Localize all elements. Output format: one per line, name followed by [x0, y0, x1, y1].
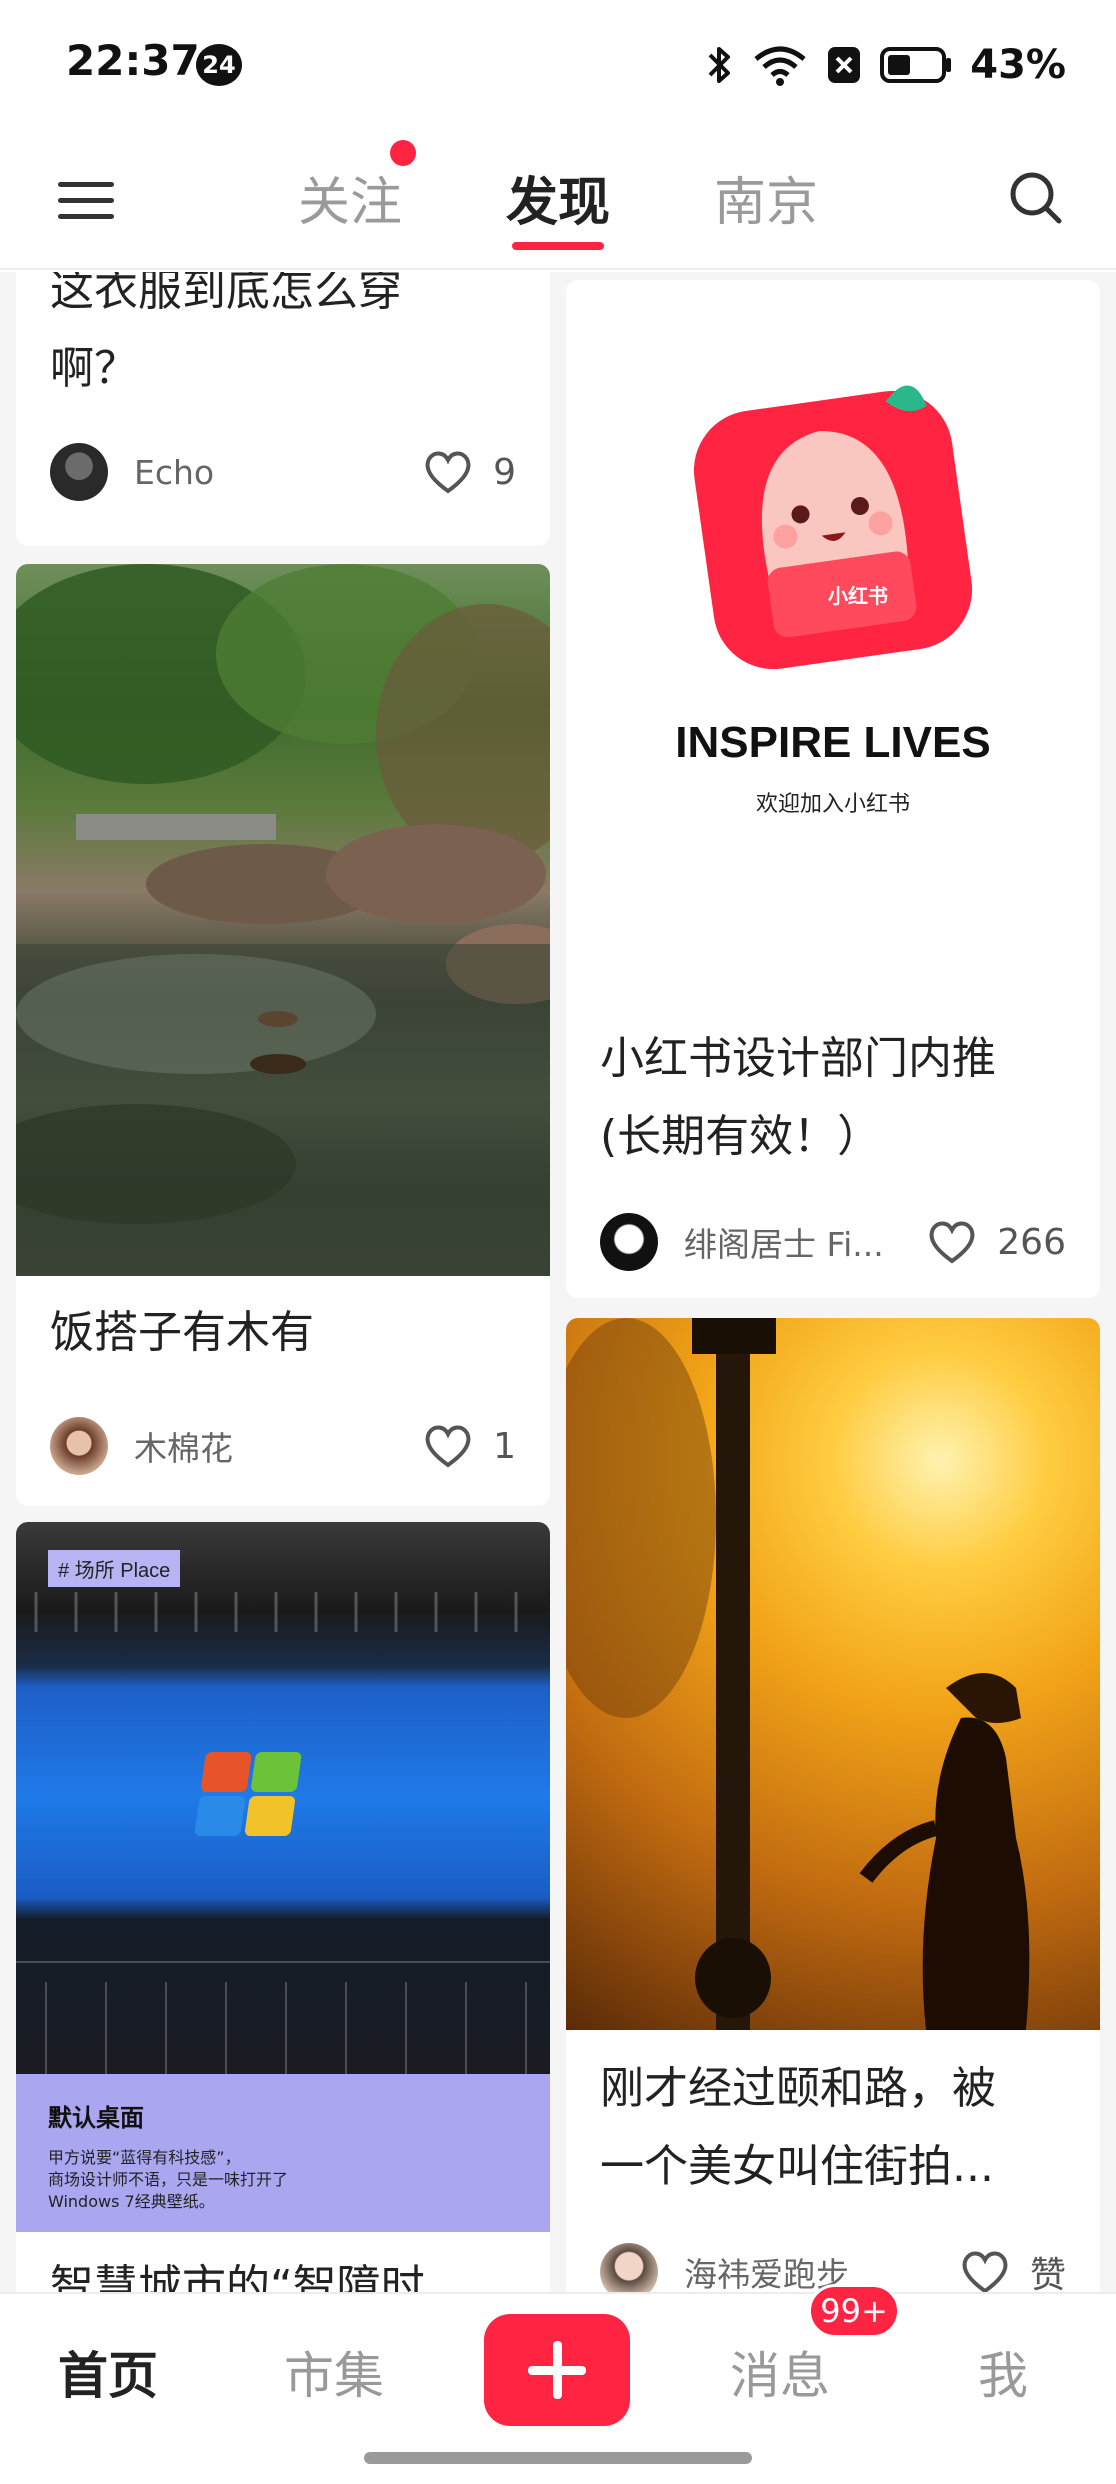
message-count-badge: 99+ [808, 2284, 900, 2338]
nav-me[interactable]: 我 [978, 2336, 1028, 2408]
nav-market[interactable]: 市集 [284, 2336, 384, 2408]
status-bar: 22:37 24 43% [0, 0, 1116, 130]
note-card[interactable]: 饭搭子有木有 木棉花 1 [16, 564, 550, 1506]
like-count: 1 [493, 1425, 516, 1467]
note-meta: Echo 9 [50, 442, 516, 502]
heart-icon[interactable] [423, 1423, 473, 1469]
lamp-and-figure [566, 1318, 1030, 2030]
note-card[interactable]: 小红书 INSPIRE LIVES 欢迎加入小红书 小红书设计部门内推 (长期有… [566, 280, 1100, 1298]
windows-screen-photo: # 场所 Place [16, 1522, 550, 2074]
windows-logo-scene [16, 1592, 550, 2074]
nav-messages[interactable]: 消息 [730, 2336, 830, 2408]
caption-body-3: Windows 7经典壁纸。 [48, 2192, 215, 2211]
note-title: 智慧城市的“智障时 [50, 2261, 425, 2292]
note-title: 这衣服到底怎么穿 [50, 272, 402, 316]
author-name[interactable]: Echo [134, 453, 423, 492]
caption-body-1: 甲方说要“蓝得有科技感”， [48, 2148, 241, 2167]
avatar[interactable] [50, 443, 108, 501]
author-name[interactable]: 海祎爱跑步 [684, 2248, 960, 2292]
nav-home[interactable]: 首页 [58, 2336, 158, 2408]
like-count: 266 [997, 1221, 1066, 1263]
heart-icon[interactable] [960, 2249, 1010, 2292]
inspire-banner: 小红书 INSPIRE LIVES 欢迎加入小红书 [566, 280, 1100, 980]
bottom-navigation: 首页 市集 消息 99+ 我 [0, 2284, 1116, 2484]
notification-count-badge: 24 [196, 44, 242, 86]
note-title-line2: 一个美女叫住街拍... [600, 2141, 994, 2192]
caption-title: 默认桌面 [48, 2104, 144, 2132]
heart-icon[interactable] [927, 1219, 977, 1265]
avatar[interactable] [50, 1417, 108, 1475]
status-icons: 43% [706, 40, 1066, 90]
place-tag: # 场所 Place [48, 1550, 181, 1587]
caption-body-2: 商场设计师不语，只是一味打开了 [48, 2170, 289, 2189]
author-name[interactable]: 绯阁居士 Fi... [684, 1218, 927, 1266]
wifi-icon [754, 46, 806, 86]
note-title: 小红书设计部门内推 [600, 1033, 996, 1084]
note-title-line2: (长期有效！） [600, 1111, 882, 1162]
search-icon[interactable] [1008, 168, 1064, 228]
app-notification-icon [828, 47, 861, 83]
bluetooth-icon [708, 47, 731, 83]
follow-unread-dot [390, 140, 416, 166]
note-card[interactable]: # 场所 Place 默认桌面 甲方说要“蓝得有科技感”， 商场设计师不语，只是… [16, 1522, 550, 2292]
tab-follow[interactable]: 关注 [298, 160, 402, 235]
caption-panel: 默认桌面 甲方说要“蓝得有科技感”， 商场设计师不语，只是一味打开了 Windo… [16, 2074, 550, 2232]
garden-pond-photo [16, 564, 550, 1276]
note-card[interactable]: 这衣服到底怎么穿 啊？ Echo 9 [16, 272, 550, 546]
note-title: 饭搭子有木有 [50, 1307, 314, 1358]
discover-feed[interactable]: 这衣服到底怎么穿 啊？ Echo 9 饭搭子有木有 木棉花 1 # 场所 Pla… [0, 272, 1116, 2292]
author-name[interactable]: 木棉花 [134, 1422, 423, 1470]
street-lamp-photo [566, 1318, 1100, 2030]
menu-icon[interactable] [56, 170, 116, 230]
battery-percent: 43% [970, 42, 1066, 88]
banner-subheading: 欢迎加入小红书 [755, 792, 910, 817]
home-indicator[interactable] [364, 2452, 752, 2464]
active-tab-indicator [512, 242, 604, 250]
battery-icon [880, 47, 952, 83]
xiaohongshu-mascot-logo [693, 385, 973, 670]
note-meta: 绯阁居士 Fi... 266 [600, 1212, 1066, 1272]
create-post-button[interactable] [484, 2314, 630, 2426]
banner-heading: INSPIRE LIVES [675, 718, 991, 767]
logo-text: 小红书 [828, 584, 888, 608]
note-title: 刚才经过颐和路，被 [600, 2063, 996, 2114]
note-title-line2: 啊？ [50, 343, 138, 394]
like-count: 9 [493, 451, 516, 493]
note-card[interactable]: 刚才经过颐和路，被 一个美女叫住街拍... 海祎爱跑步 赞 [566, 1318, 1100, 2292]
avatar[interactable] [600, 2243, 658, 2292]
note-meta: 木棉花 1 [50, 1416, 516, 1476]
garden-scene [16, 564, 550, 1276]
heart-icon[interactable] [423, 449, 473, 495]
tab-discover[interactable]: 发现 [506, 160, 610, 235]
clock: 22:37 [66, 36, 200, 85]
avatar[interactable] [600, 1213, 658, 1271]
top-tab-bar: 关注 发现 南京 [0, 130, 1116, 270]
like-count: 赞 [1029, 2255, 1066, 2292]
tab-nanjing[interactable]: 南京 [714, 160, 818, 235]
